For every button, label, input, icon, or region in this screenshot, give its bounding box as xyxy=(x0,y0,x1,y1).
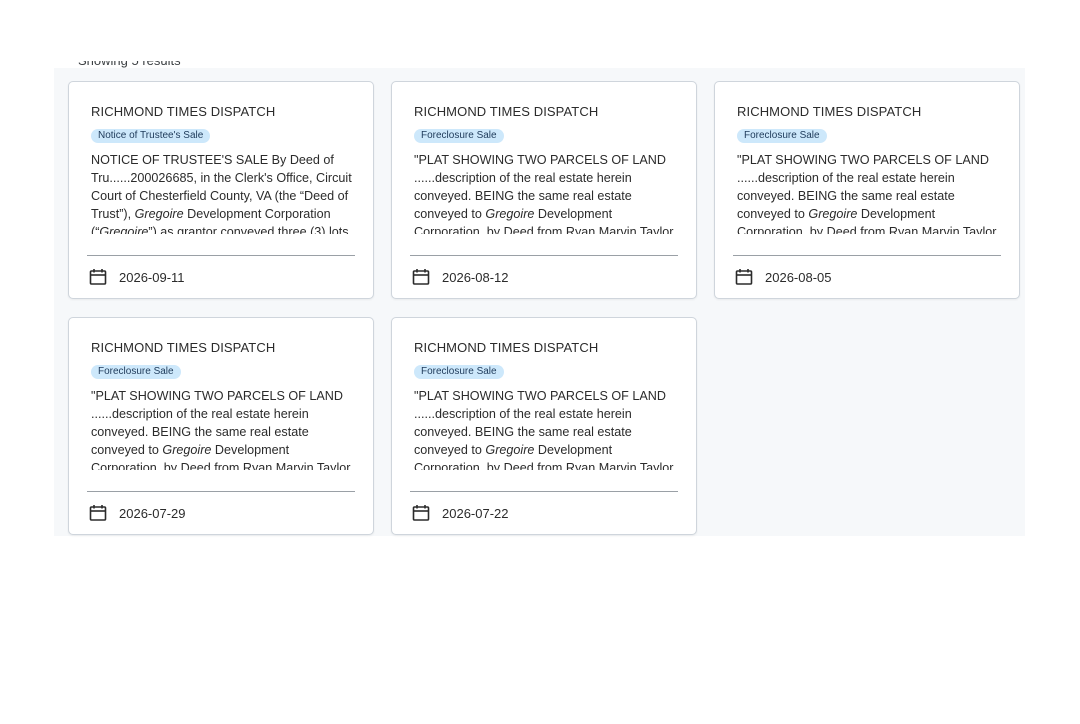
card-description: "PLAT SHOWING TWO PARCELS OF LAND ......… xyxy=(414,389,674,470)
notice-card[interactable]: RICHMOND TIMES DISPATCH Foreclosure Sale… xyxy=(391,317,697,535)
card-date: 2026-08-12 xyxy=(442,269,509,285)
card-divider xyxy=(87,255,355,256)
card-divider xyxy=(733,255,1001,256)
results-count: Showing 5 results xyxy=(78,54,181,68)
notice-card[interactable]: RICHMOND TIMES DISPATCH Foreclosure Sale… xyxy=(391,81,697,299)
card-divider xyxy=(410,491,678,492)
card-source: RICHMOND TIMES DISPATCH xyxy=(414,104,599,119)
card-tag: Foreclosure Sale xyxy=(737,129,827,143)
card-description: "PLAT SHOWING TWO PARCELS OF LAND ......… xyxy=(737,153,997,234)
card-footer: 2026-07-22 xyxy=(412,504,509,522)
card-source: RICHMOND TIMES DISPATCH xyxy=(737,104,922,119)
card-description: "PLAT SHOWING TWO PARCELS OF LAND ......… xyxy=(414,153,674,234)
card-description: NOTICE OF TRUSTEE'S SALE By Deed of Tru.… xyxy=(91,153,352,234)
notice-card[interactable]: RICHMOND TIMES DISPATCH Notice of Truste… xyxy=(68,81,374,299)
card-tag: Notice of Trustee's Sale xyxy=(91,129,211,143)
card-footer: 2026-09-11 xyxy=(89,268,185,286)
card-source: RICHMOND TIMES DISPATCH xyxy=(414,340,599,355)
calendar-icon xyxy=(412,269,430,285)
card-divider xyxy=(410,255,678,256)
card-date: 2026-07-22 xyxy=(442,505,509,521)
card-source: RICHMOND TIMES DISPATCH xyxy=(91,340,276,355)
card-footer: 2026-08-12 xyxy=(412,268,509,286)
card-tag: Foreclosure Sale xyxy=(414,129,504,143)
results-grid: RICHMOND TIMES DISPATCH Notice of Truste… xyxy=(68,81,1020,535)
card-source: RICHMOND TIMES DISPATCH xyxy=(91,104,276,119)
card-tag: Foreclosure Sale xyxy=(91,365,181,379)
notice-card[interactable]: RICHMOND TIMES DISPATCH Foreclosure Sale… xyxy=(714,81,1020,299)
card-date: 2026-08-05 xyxy=(765,269,832,285)
calendar-icon xyxy=(735,269,753,285)
calendar-icon xyxy=(412,505,430,521)
card-date: 2026-09-11 xyxy=(119,269,185,285)
card-date: 2026-07-29 xyxy=(119,505,186,521)
card-tag: Foreclosure Sale xyxy=(414,365,504,379)
card-footer: 2026-07-29 xyxy=(89,504,186,522)
calendar-icon xyxy=(89,505,107,521)
notice-card[interactable]: RICHMOND TIMES DISPATCH Foreclosure Sale… xyxy=(68,317,374,535)
calendar-icon xyxy=(89,269,107,285)
card-footer: 2026-08-05 xyxy=(735,268,832,286)
card-description: "PLAT SHOWING TWO PARCELS OF LAND ......… xyxy=(91,389,351,470)
card-divider xyxy=(87,491,355,492)
